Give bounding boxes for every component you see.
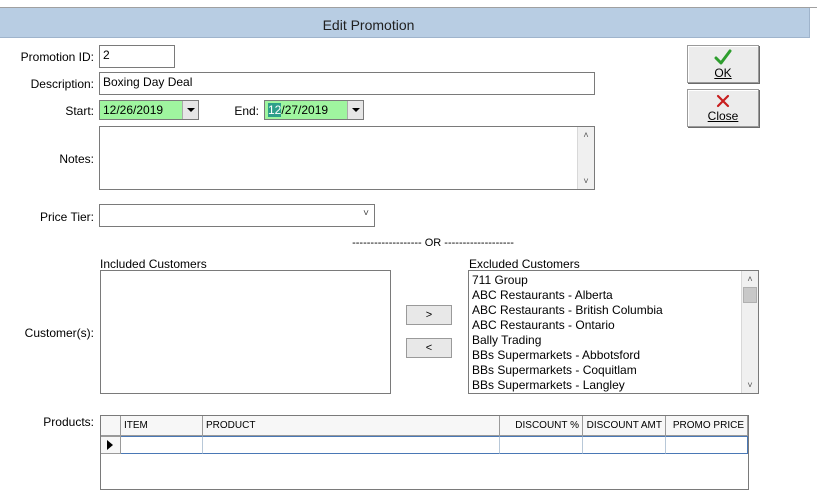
close-button[interactable]: Close — [687, 89, 759, 127]
end-label: End: — [234, 104, 259, 118]
column-header-discount-amt[interactable]: DISCOUNT AMT — [583, 416, 666, 436]
description-input[interactable]: Boxing Day Deal — [99, 72, 595, 95]
list-item[interactable]: Bally Trading — [469, 333, 741, 348]
list-item[interactable]: ABC Restaurants - Alberta — [469, 288, 741, 303]
list-item[interactable]: ABC Restaurants - British Columbia — [469, 303, 741, 318]
notes-label: Notes: — [59, 152, 94, 166]
move-left-button[interactable]: < — [406, 338, 452, 358]
included-customers-list[interactable] — [100, 270, 391, 394]
column-header-product[interactable]: PRODUCT — [203, 416, 500, 436]
column-header-item[interactable]: ITEM — [121, 416, 203, 436]
list-item[interactable]: BBs Supermarkets - Coquitlam — [469, 363, 741, 378]
excluded-customers-items: 711 Group ABC Restaurants - Alberta ABC … — [469, 273, 741, 393]
start-label: Start: — [65, 104, 94, 118]
end-date-selected-segment: 12 — [268, 103, 282, 117]
scroll-up-icon[interactable]: ˄ — [742, 271, 758, 287]
end-date-value: /27/2019 — [281, 103, 329, 117]
promotion-id-label: Promotion ID: — [20, 50, 94, 64]
list-item[interactable]: ABC Restaurants - Ontario — [469, 318, 741, 333]
list-item[interactable]: 711 Group — [469, 273, 741, 288]
end-date-dropdown-button[interactable] — [347, 101, 363, 119]
promotion-id-input[interactable]: 2 — [99, 45, 175, 68]
scrollbar-thumb[interactable] — [743, 287, 757, 303]
chevron-down-icon — [186, 108, 195, 112]
grid-row-header-corner — [101, 416, 121, 436]
description-label: Description: — [30, 77, 94, 91]
title-bar-edge — [809, 8, 817, 38]
end-date-picker[interactable]: 12/27/2019 — [264, 100, 364, 120]
start-date-dropdown-button[interactable] — [182, 101, 198, 119]
start-date-picker[interactable]: 12/26/2019 — [99, 100, 199, 120]
customers-label: Customer(s): — [24, 326, 94, 340]
or-divider: ------------------- OR -----------------… — [352, 237, 514, 249]
close-button-label: Close — [707, 109, 739, 123]
list-item[interactable]: BBs Supermarkets - Langley — [469, 378, 741, 393]
grid-cell-item[interactable] — [121, 436, 203, 454]
start-date-value: 12/26/2019 — [103, 103, 164, 117]
window-title: Edit Promotion — [322, 17, 415, 33]
move-right-button[interactable]: > — [406, 305, 452, 325]
grid-cell-promo-price[interactable] — [666, 436, 748, 454]
excluded-customers-scrollbar[interactable]: ˄ ˅ — [741, 271, 758, 393]
price-tier-label: Price Tier: — [39, 210, 94, 224]
scroll-down-icon[interactable]: ˅ — [578, 173, 594, 189]
window-top-edge — [0, 0, 817, 8]
chevron-down-icon: ˅ — [363, 208, 369, 219]
column-header-discount-percent[interactable]: DISCOUNT % — [500, 416, 583, 436]
list-item[interactable]: BBs Supermarkets - Abbotsford — [469, 348, 741, 363]
chevron-down-icon — [351, 108, 360, 112]
row-selector[interactable] — [101, 436, 121, 454]
price-tier-select[interactable]: ˅ — [99, 204, 375, 227]
grid-cell-product[interactable] — [203, 436, 500, 454]
grid-cell-discount-percent[interactable] — [500, 436, 583, 454]
notes-textarea[interactable]: ˄ ˅ — [99, 126, 595, 190]
products-label: Products: — [43, 415, 94, 429]
products-grid[interactable]: ITEM PRODUCT DISCOUNT % DISCOUNT AMT PRO… — [100, 415, 749, 490]
checkmark-icon — [714, 49, 732, 65]
grid-cell-discount-amt[interactable] — [583, 436, 666, 454]
ok-button-label: OK — [714, 66, 732, 80]
excluded-customers-list[interactable]: 711 Group ABC Restaurants - Alberta ABC … — [468, 270, 759, 394]
scroll-down-icon[interactable]: ˅ — [742, 377, 758, 393]
notes-scrollbar[interactable]: ˄ ˅ — [577, 127, 594, 189]
title-bar: Edit Promotion — [0, 8, 817, 38]
excluded-customers-label: Excluded Customers — [469, 257, 580, 271]
scroll-up-icon[interactable]: ˄ — [578, 127, 594, 143]
included-customers-label: Included Customers — [100, 257, 207, 271]
x-icon — [716, 94, 730, 108]
column-header-promo-price[interactable]: PROMO PRICE — [666, 416, 748, 436]
current-row-icon — [107, 440, 113, 450]
ok-button[interactable]: OK — [687, 45, 759, 83]
